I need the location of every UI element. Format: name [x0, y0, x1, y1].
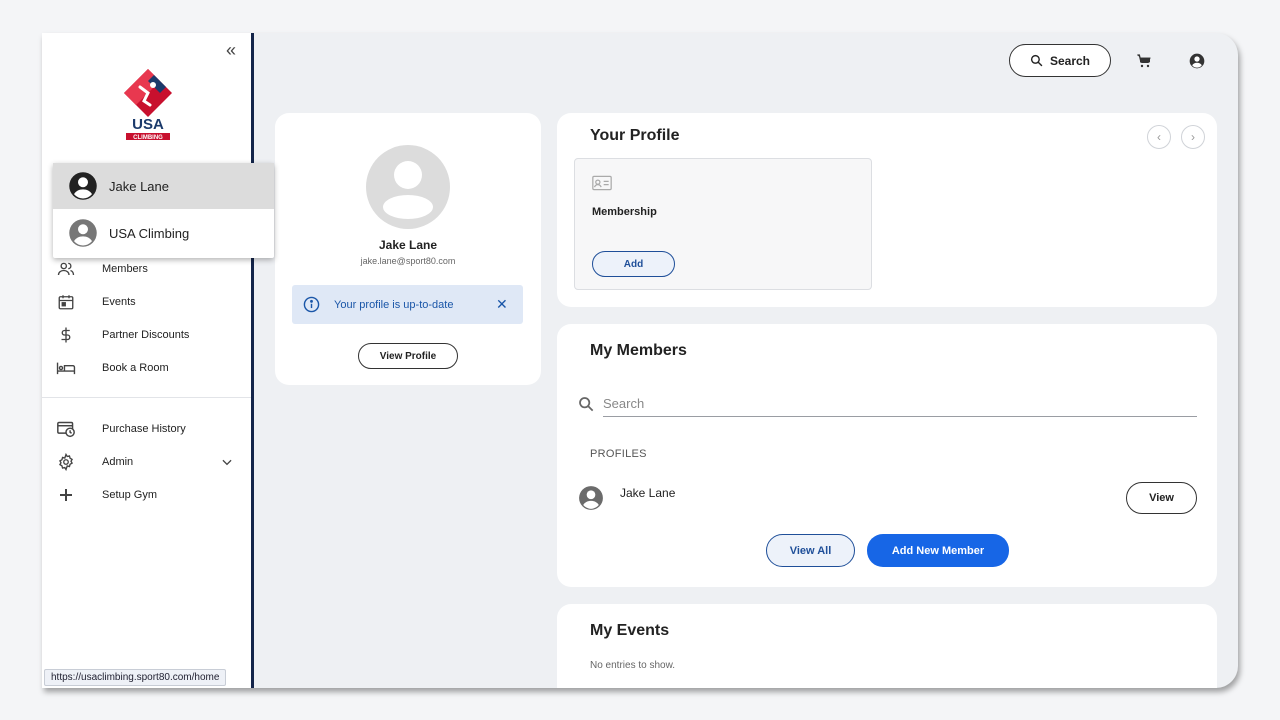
- events-empty-text: No entries to show.: [590, 660, 676, 671]
- avatar: [69, 219, 97, 247]
- sidebar-item-label: Admin: [102, 456, 134, 468]
- account-switcher-menu: Jake Lane USA Climbing: [53, 163, 274, 258]
- my-members-card: My Members PROFILES Jake Lane View View …: [557, 324, 1217, 587]
- sidebar-border: [251, 33, 254, 688]
- search-icon: [579, 397, 594, 412]
- id-card-icon: [592, 175, 612, 191]
- plus-icon: [56, 485, 76, 505]
- gear-icon: [56, 452, 76, 472]
- chevron-right-icon[interactable]: ›: [1181, 125, 1205, 149]
- chevron-down-icon[interactable]: [220, 455, 234, 474]
- your-profile-title: Your Profile: [590, 127, 680, 144]
- account-option-label: USA Climbing: [109, 225, 190, 241]
- bed-icon: [56, 358, 76, 378]
- membership-label: Membership: [592, 206, 657, 218]
- my-events-card: My Events No entries to show.: [557, 604, 1217, 688]
- sidebar-item-book-a-room[interactable]: Book a Room: [42, 353, 251, 383]
- search-button-label: Search: [1049, 53, 1091, 68]
- sidebar: « USA CLIMBING Members Events Partner Di…: [42, 33, 251, 688]
- profile-status-alert: Your profile is up-to-date ✕: [292, 285, 523, 324]
- sidebar-divider: [42, 397, 251, 398]
- account-option-usa-climbing[interactable]: USA Climbing: [53, 210, 274, 256]
- sidebar-item-purchase-history[interactable]: Purchase History: [42, 414, 251, 444]
- people-icon: [56, 259, 76, 279]
- app-window: « USA CLIMBING Members Events Partner Di…: [42, 33, 1238, 688]
- alert-text: Your profile is up-to-date: [334, 298, 454, 311]
- sidebar-item-label: Members: [102, 263, 148, 275]
- purchase-history-icon: [56, 419, 76, 439]
- sidebar-item-setup-gym[interactable]: Setup Gym: [42, 480, 251, 510]
- close-icon[interactable]: ✕: [496, 297, 508, 311]
- svg-text:CLIMBING: CLIMBING: [133, 135, 163, 141]
- cart-icon[interactable]: [1134, 51, 1154, 71]
- sidebar-item-label: Book a Room: [102, 362, 169, 374]
- calendar-icon: [56, 292, 76, 312]
- profiles-section-label: PROFILES: [590, 448, 647, 460]
- avatar: [69, 172, 97, 200]
- sidebar-item-label: Setup Gym: [102, 489, 158, 501]
- account-option-label: Jake Lane: [109, 178, 169, 194]
- sidebar-item-events[interactable]: Events: [42, 287, 251, 317]
- profile-summary-card: Jake Lane jake.lane@sport80.com Your pro…: [275, 113, 541, 385]
- member-name: Jake Lane: [620, 486, 676, 500]
- account-circle-icon[interactable]: [1187, 51, 1207, 71]
- add-new-member-button[interactable]: Add New Member: [867, 534, 1009, 567]
- sidebar-item-label: Purchase History: [102, 423, 186, 435]
- sidebar-item-label: Partner Discounts: [102, 329, 190, 341]
- profile-name: Jake Lane: [378, 238, 438, 252]
- your-profile-card: Your Profile ‹ › Membership Add: [557, 113, 1217, 307]
- sidebar-item-admin[interactable]: Admin: [42, 447, 251, 477]
- my-events-title: My Events: [590, 622, 670, 639]
- sidebar-item-label: Events: [102, 296, 136, 308]
- info-icon: [303, 296, 320, 313]
- search-icon: [1030, 54, 1043, 67]
- chevron-left-icon[interactable]: ‹: [1147, 125, 1171, 149]
- avatar: [366, 145, 450, 229]
- sidebar-item-members[interactable]: Members: [42, 254, 251, 284]
- view-all-members-button[interactable]: View All: [766, 534, 855, 567]
- global-search-button[interactable]: Search: [1009, 44, 1111, 77]
- sidebar-item-partner-discounts[interactable]: Partner Discounts: [42, 320, 251, 350]
- members-search-input[interactable]: [603, 391, 1197, 417]
- add-membership-button[interactable]: Add: [592, 251, 675, 277]
- view-profile-button[interactable]: View Profile: [358, 343, 458, 369]
- svg-text:USA: USA: [132, 116, 164, 133]
- collapse-sidebar-icon[interactable]: «: [226, 41, 236, 59]
- profile-email: jake.lane@sport80.com: [360, 256, 456, 266]
- membership-tile: Membership Add: [574, 158, 872, 290]
- dollar-icon: [56, 325, 76, 345]
- avatar: [579, 486, 603, 510]
- status-url-tooltip: https://usaclimbing.sport80.com/home: [44, 669, 227, 686]
- usa-climbing-logo[interactable]: USA CLIMBING: [120, 67, 176, 143]
- view-member-button[interactable]: View: [1126, 482, 1197, 514]
- account-option-jake-lane[interactable]: Jake Lane: [53, 163, 274, 209]
- my-members-title: My Members: [590, 342, 687, 359]
